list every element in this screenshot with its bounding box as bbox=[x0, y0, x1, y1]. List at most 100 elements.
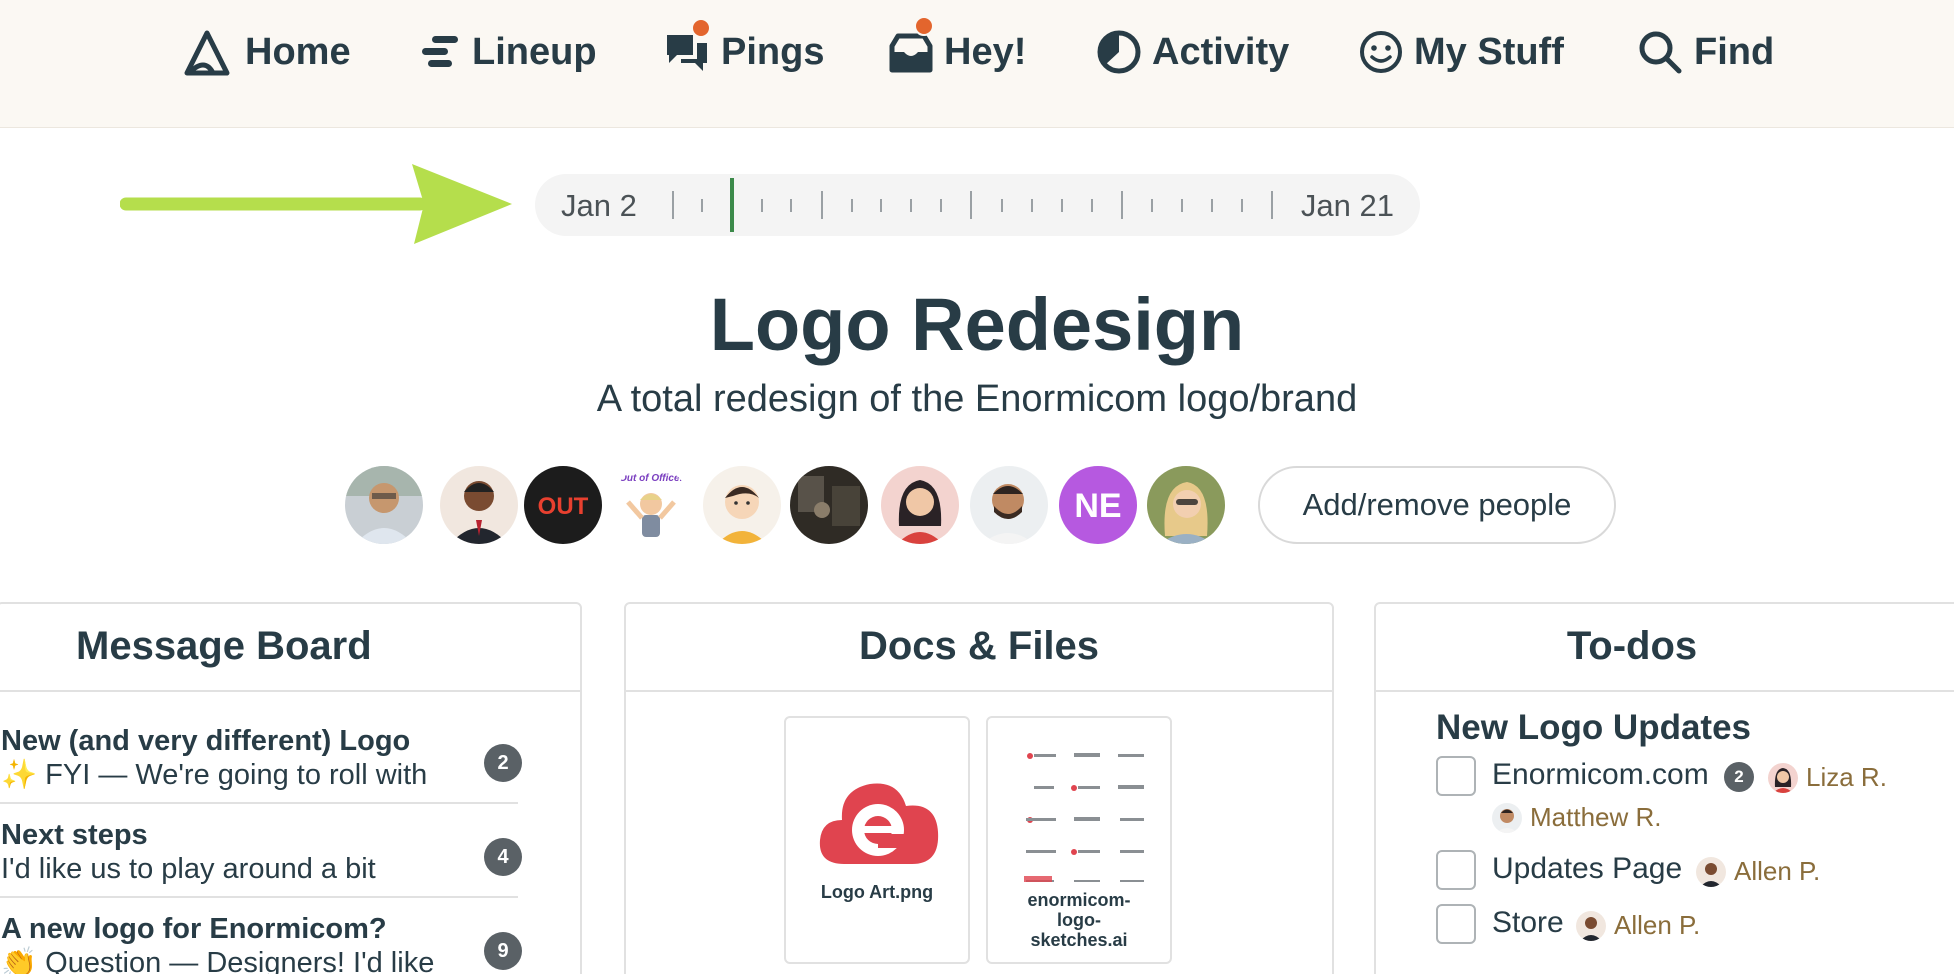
search-icon bbox=[1639, 31, 1682, 74]
message-excerpt: I'd like us to play around a bit bbox=[1, 853, 376, 885]
assignee-name: Liza R. bbox=[1806, 762, 1887, 792]
avatar[interactable] bbox=[881, 466, 959, 544]
avatar[interactable] bbox=[703, 466, 781, 544]
todos-title[interactable]: To-dos bbox=[1376, 624, 1888, 669]
timeline-tick bbox=[1031, 199, 1033, 212]
out-avatar-text: OUT bbox=[538, 493, 589, 520]
schedule-timeline[interactable]: Jan 2 Jan 21 bbox=[535, 174, 1420, 236]
avatar[interactable] bbox=[345, 466, 423, 544]
avatar[interactable]: Out of Office! bbox=[612, 466, 690, 544]
message-board-card[interactable]: Message Board New (and very different) L… bbox=[0, 602, 582, 974]
todo-checkbox[interactable] bbox=[1436, 756, 1476, 796]
activity-pie-icon bbox=[1097, 30, 1141, 74]
message-excerpt: 👏 Question — Designers! I'd like bbox=[1, 946, 516, 974]
nav-activity[interactable]: Activity bbox=[1096, 22, 1289, 82]
todo-checkbox[interactable] bbox=[1436, 850, 1476, 890]
todo-item: Updates Page Allen P. bbox=[1436, 850, 1936, 894]
docs-files-title[interactable]: Docs & Files bbox=[626, 624, 1332, 669]
assignee[interactable]: Liza R. bbox=[1768, 762, 1887, 793]
timeline-tick bbox=[880, 199, 882, 212]
timeline-tick bbox=[1151, 199, 1153, 212]
todo-text[interactable]: Enormicom.com bbox=[1492, 758, 1709, 792]
timeline-tick bbox=[1211, 199, 1213, 212]
nav-home[interactable]: Home bbox=[183, 22, 351, 82]
avatar[interactable] bbox=[790, 466, 868, 544]
timeline-tick bbox=[910, 199, 912, 212]
timeline-tick bbox=[1241, 199, 1243, 212]
todo-text[interactable]: Store bbox=[1492, 906, 1564, 940]
avatar[interactable]: OUT bbox=[524, 466, 602, 544]
basecamp-icon bbox=[184, 30, 230, 76]
avatar bbox=[1768, 762, 1798, 793]
ne-avatar-text: NE bbox=[1074, 487, 1121, 525]
avatar bbox=[1492, 802, 1522, 833]
assignee[interactable]: Allen P. bbox=[1696, 856, 1820, 887]
timeline-tick bbox=[1061, 199, 1063, 212]
logo-sketches-preview bbox=[1024, 753, 1144, 882]
nav-home-label: Home bbox=[245, 30, 351, 73]
message-title: Next steps bbox=[1, 819, 148, 851]
docs-files-card[interactable]: Docs & Files bbox=[624, 602, 1334, 974]
list-item[interactable]: A new logo for Enormicom? 👏 Question — D… bbox=[1, 912, 522, 974]
nav-hey-label: Hey! bbox=[944, 30, 1027, 73]
clapping-hands-icon: 👏 bbox=[1, 947, 38, 974]
timeline-tick bbox=[672, 191, 674, 219]
enormicom-logo-image bbox=[819, 783, 939, 864]
list-divider bbox=[0, 802, 518, 804]
file-thumbnail-logo-art[interactable]: Logo Art.png bbox=[784, 716, 970, 964]
nav-find[interactable]: Find bbox=[1636, 22, 1774, 82]
timeline-tick bbox=[851, 199, 853, 212]
avatar bbox=[1576, 910, 1606, 941]
nav-my-stuff-label: My Stuff bbox=[1414, 30, 1564, 73]
todo-list-title[interactable]: New Logo Updates bbox=[1436, 708, 1751, 748]
timeline-tick bbox=[701, 199, 703, 212]
avatar[interactable] bbox=[440, 466, 518, 544]
avatar[interactable] bbox=[1147, 466, 1225, 544]
file-thumbnail-sketches[interactable]: enormicom- logo- sketches.ai bbox=[986, 716, 1172, 964]
list-item[interactable]: Next steps I'd like us to play around a … bbox=[1, 818, 522, 886]
assignee[interactable]: Matthew R. bbox=[1492, 802, 1662, 833]
project-title: Logo Redesign bbox=[709, 283, 1245, 366]
timeline-start-label: Jan 2 bbox=[561, 188, 637, 223]
message-board-title[interactable]: Message Board bbox=[76, 624, 372, 669]
file-name: enormicom- logo- sketches.ai bbox=[1027, 890, 1131, 950]
message-title: New (and very different) Logo bbox=[1, 725, 411, 757]
timeline-tick bbox=[1091, 199, 1093, 212]
add-remove-people-button[interactable]: Add/remove people bbox=[1258, 466, 1616, 544]
top-nav: Home Lineup Pings Hey! Activity My Stuff… bbox=[0, 0, 1954, 128]
avatar[interactable] bbox=[970, 466, 1048, 544]
avatar bbox=[1696, 856, 1726, 887]
todo-checkbox[interactable] bbox=[1436, 904, 1476, 944]
list-divider bbox=[0, 896, 518, 898]
lineup-icon bbox=[422, 36, 458, 67]
message-title: A new logo for Enormicom? bbox=[1, 913, 387, 945]
assignee-name: Allen P. bbox=[1734, 856, 1821, 886]
timeline-tick bbox=[970, 191, 972, 219]
card-divider bbox=[0, 690, 580, 692]
assignee[interactable]: Allen P. bbox=[1576, 910, 1700, 941]
nav-my-stuff[interactable]: My Stuff bbox=[1358, 22, 1564, 82]
nav-lineup[interactable]: Lineup bbox=[418, 22, 597, 82]
comment-count-badge: 4 bbox=[484, 838, 522, 876]
timeline-tick bbox=[790, 199, 792, 212]
annotation-arrow bbox=[120, 164, 512, 244]
timeline-tick bbox=[1181, 199, 1183, 212]
nav-lineup-label: Lineup bbox=[472, 30, 597, 73]
nav-activity-label: Activity bbox=[1152, 30, 1290, 73]
hey-inbox-icon bbox=[889, 33, 933, 73]
todo-text[interactable]: Updates Page bbox=[1492, 852, 1682, 886]
timeline-tick bbox=[1001, 199, 1003, 212]
todo-item: Enormicom.com 2 Liza R. Matthew R. bbox=[1436, 756, 1936, 833]
timeline-tick bbox=[940, 199, 942, 212]
pings-unread-badge bbox=[691, 18, 711, 38]
nav-hey[interactable]: Hey! bbox=[888, 16, 1027, 82]
timeline-tick bbox=[1121, 191, 1123, 219]
nav-pings-label: Pings bbox=[721, 30, 825, 73]
avatar[interactable]: NE bbox=[1059, 466, 1137, 544]
comment-count-badge: 2 bbox=[484, 744, 522, 782]
hey-unread-badge bbox=[914, 16, 934, 36]
comment-count-badge: 2 bbox=[1724, 762, 1754, 792]
nav-pings[interactable]: Pings bbox=[663, 18, 825, 82]
nav-find-label: Find bbox=[1694, 30, 1775, 73]
list-item[interactable]: New (and very different) Logo ✨ FYI — We… bbox=[1, 724, 522, 792]
